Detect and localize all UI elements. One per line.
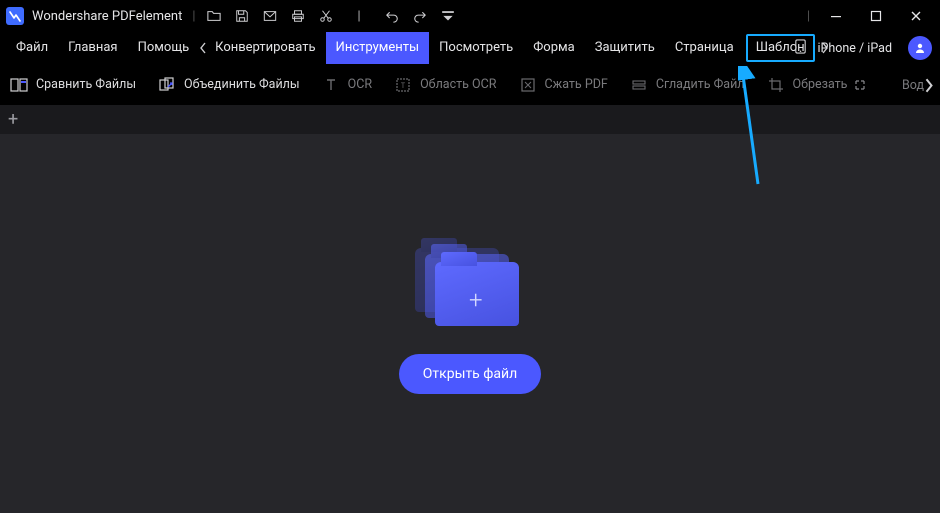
ribbon-ocr-label: OCR bbox=[348, 77, 372, 92]
ocr-icon bbox=[322, 76, 340, 94]
cut-icon[interactable] bbox=[319, 9, 333, 23]
mail-icon[interactable] bbox=[263, 9, 277, 23]
close-button[interactable] bbox=[896, 0, 936, 32]
ribbon-watermark[interactable]: Вод bbox=[902, 78, 924, 93]
ribbon-ocr[interactable]: OCR bbox=[322, 76, 372, 94]
ribbon-crop[interactable]: Обрезать bbox=[767, 76, 848, 94]
ribbon-compare[interactable]: Сравнить Файлы bbox=[10, 76, 136, 94]
open-folder-icon[interactable] bbox=[207, 9, 221, 23]
user-avatar[interactable] bbox=[908, 36, 932, 60]
ocr-area-icon: T bbox=[394, 76, 412, 94]
menu-view[interactable]: Посмотреть bbox=[429, 32, 523, 64]
ribbon-tools: Сравнить Файлы Объединить Файлы OCR T Об… bbox=[0, 64, 940, 104]
save-icon[interactable] bbox=[235, 9, 249, 23]
document-tab-bar: + bbox=[0, 104, 940, 134]
ribbon-flatten[interactable]: Сгладить Файл bbox=[630, 76, 745, 94]
separator: | bbox=[357, 9, 360, 24]
separator: | bbox=[192, 9, 195, 24]
main-menu-bar: Файл Главная Помощь Конвертировать Инстр… bbox=[0, 32, 940, 64]
separator: | bbox=[807, 9, 810, 24]
ribbon-combine[interactable]: Объединить Файлы bbox=[158, 76, 300, 94]
ribbon-combine-label: Объединить Файлы bbox=[184, 77, 300, 92]
ribbon-compress[interactable]: Сжать PDF bbox=[519, 76, 608, 94]
crop-icon bbox=[767, 76, 785, 94]
compare-icon bbox=[10, 76, 28, 94]
combine-icon bbox=[158, 76, 176, 94]
ribbon-ocr-area[interactable]: T Область OCR bbox=[394, 76, 496, 94]
menu-tools[interactable]: Инструменты bbox=[326, 32, 430, 64]
ribbon-compress-label: Сжать PDF bbox=[545, 77, 608, 92]
ribbon-expand-icon[interactable] bbox=[854, 65, 866, 105]
open-file-graphic[interactable]: + bbox=[415, 244, 525, 334]
title-bar: Wondershare PDFelement | | | bbox=[0, 0, 940, 32]
ribbon-compare-label: Сравнить Файлы bbox=[36, 77, 136, 92]
compress-icon bbox=[519, 76, 537, 94]
maximize-button[interactable] bbox=[856, 0, 896, 32]
quick-access-toolbar: | bbox=[207, 9, 454, 24]
ribbon-watermark-label: Вод bbox=[902, 78, 924, 93]
print-icon[interactable] bbox=[291, 9, 305, 23]
menu-home[interactable]: Главная bbox=[58, 32, 127, 64]
ribbon-crop-label: Обрезать bbox=[793, 77, 848, 92]
menu-help[interactable]: Помощь bbox=[128, 32, 200, 64]
plus-icon: + bbox=[469, 286, 483, 314]
menu-protect[interactable]: Защитить bbox=[585, 32, 665, 64]
ribbon-scroll-right-icon[interactable] bbox=[924, 78, 934, 92]
customize-qat-dropdown[interactable] bbox=[441, 9, 455, 23]
workspace-empty: + Открыть файл bbox=[0, 134, 940, 513]
menu-page[interactable]: Страница bbox=[665, 32, 744, 64]
app-title: Wondershare PDFelement bbox=[32, 9, 182, 24]
open-file-button-label: Открыть файл bbox=[423, 366, 517, 382]
minimize-button[interactable] bbox=[816, 0, 856, 32]
menu-file[interactable]: Файл bbox=[6, 32, 58, 64]
flatten-icon bbox=[630, 76, 648, 94]
device-icon bbox=[794, 39, 807, 58]
app-logo-icon bbox=[6, 7, 24, 25]
ribbon-ocr-area-label: Область OCR bbox=[420, 77, 496, 92]
undo-icon[interactable] bbox=[385, 9, 399, 23]
redo-icon[interactable] bbox=[413, 9, 427, 23]
menu-convert[interactable]: Конвертировать bbox=[205, 32, 325, 64]
menu-form[interactable]: Форма bbox=[523, 32, 584, 64]
theme-moon-icon[interactable] bbox=[793, 9, 807, 23]
open-file-button[interactable]: Открыть файл bbox=[399, 354, 541, 394]
new-tab-button[interactable]: + bbox=[8, 111, 18, 129]
svg-text:T: T bbox=[401, 82, 406, 90]
device-label[interactable]: iPhone / iPad bbox=[817, 41, 892, 56]
ribbon-flatten-label: Сгладить Файл bbox=[656, 77, 745, 92]
